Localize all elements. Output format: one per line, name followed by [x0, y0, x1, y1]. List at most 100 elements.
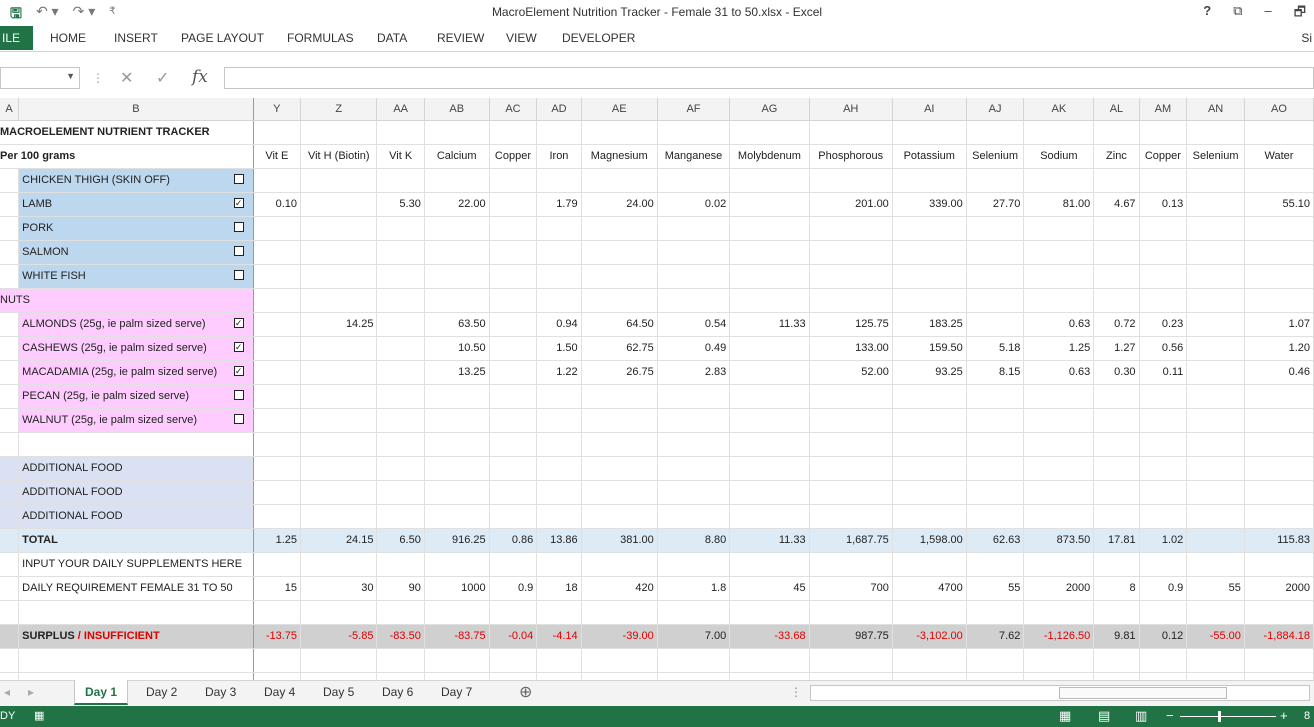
- nutrient-header[interactable]: Potassium: [892, 144, 967, 169]
- column-header-aj[interactable]: AJ: [966, 98, 1025, 121]
- value-cell[interactable]: 11.33: [729, 312, 810, 337]
- value-cell[interactable]: [489, 336, 538, 361]
- column-header-ad[interactable]: AD: [536, 98, 582, 121]
- value-cell[interactable]: [581, 264, 658, 289]
- empty-cell[interactable]: [18, 432, 254, 457]
- empty-cell[interactable]: [18, 672, 254, 680]
- empty-cell[interactable]: [1186, 288, 1245, 313]
- value-cell[interactable]: [581, 384, 658, 409]
- food-name-cell[interactable]: PECAN (25g, ie palm sized serve): [18, 384, 254, 409]
- normal-view-icon[interactable]: ▦: [1059, 708, 1071, 724]
- row-gap-cell[interactable]: [0, 456, 20, 481]
- value-cell[interactable]: 0.72: [1093, 312, 1140, 337]
- value-cell[interactable]: [1186, 192, 1245, 217]
- empty-cell[interactable]: [1139, 456, 1188, 481]
- food-name-cell[interactable]: LAMB ✓: [18, 192, 254, 217]
- value-cell[interactable]: [1093, 168, 1140, 193]
- empty-cell[interactable]: [1023, 120, 1095, 145]
- empty-cell[interactable]: [892, 480, 967, 505]
- zoom-out-icon[interactable]: −: [1166, 708, 1174, 723]
- nutrient-header[interactable]: Vit H (Biotin): [300, 144, 378, 169]
- empty-cell[interactable]: [1139, 432, 1188, 457]
- empty-cell[interactable]: [729, 600, 810, 625]
- value-cell[interactable]: [300, 240, 378, 265]
- column-header-a[interactable]: A: [0, 98, 20, 121]
- value-cell[interactable]: [729, 216, 810, 241]
- nutrient-header[interactable]: Selenium: [1186, 144, 1245, 169]
- empty-cell[interactable]: [536, 672, 582, 680]
- empty-cell[interactable]: [809, 456, 893, 481]
- empty-cell[interactable]: [1093, 672, 1140, 680]
- column-header-am[interactable]: AM: [1139, 98, 1188, 121]
- value-cell[interactable]: 8.15: [966, 360, 1025, 385]
- value-cell[interactable]: 0.54: [657, 312, 731, 337]
- value-cell[interactable]: [809, 168, 893, 193]
- row-gap-cell[interactable]: [0, 168, 20, 193]
- value-cell[interactable]: 0.11: [1139, 360, 1188, 385]
- surplus-value-cell[interactable]: -13.75: [253, 624, 302, 649]
- value-cell[interactable]: 2000: [1244, 576, 1314, 601]
- column-header-ac[interactable]: AC: [489, 98, 538, 121]
- tab-review[interactable]: REVIEW: [437, 31, 484, 45]
- empty-cell[interactable]: [1244, 600, 1314, 625]
- splitter-icon[interactable]: ⋮: [790, 685, 802, 699]
- nutrient-header[interactable]: Copper: [1139, 144, 1188, 169]
- empty-cell[interactable]: [1186, 600, 1245, 625]
- value-cell[interactable]: [1023, 264, 1095, 289]
- value-cell[interactable]: [300, 168, 378, 193]
- empty-cell[interactable]: [1186, 480, 1245, 505]
- value-cell[interactable]: [1244, 240, 1314, 265]
- empty-cell[interactable]: [1139, 552, 1188, 577]
- column-header-ae[interactable]: AE: [581, 98, 658, 121]
- value-cell[interactable]: 8.80: [657, 528, 731, 553]
- value-cell[interactable]: 24.15: [300, 528, 378, 553]
- empty-cell[interactable]: [376, 672, 425, 680]
- value-cell[interactable]: [300, 216, 378, 241]
- value-cell[interactable]: 115.83: [1244, 528, 1314, 553]
- column-header-ak[interactable]: AK: [1023, 98, 1095, 121]
- value-cell[interactable]: [892, 216, 967, 241]
- insert-function-icon[interactable]: fx: [192, 67, 208, 87]
- empty-cell[interactable]: [1023, 456, 1095, 481]
- value-cell[interactable]: [581, 408, 658, 433]
- empty-cell[interactable]: [657, 552, 731, 577]
- empty-cell[interactable]: [1244, 648, 1314, 673]
- additional-food-cell[interactable]: ADDITIONAL FOOD: [18, 480, 254, 505]
- sheet-tab-day-7[interactable]: Day 7: [441, 685, 472, 699]
- empty-cell[interactable]: [809, 672, 893, 680]
- add-sheet-icon[interactable]: ⊕: [519, 682, 532, 702]
- empty-cell[interactable]: [300, 288, 378, 313]
- value-cell[interactable]: 339.00: [892, 192, 967, 217]
- row-gap-cell[interactable]: [0, 240, 20, 265]
- value-cell[interactable]: [729, 336, 810, 361]
- value-cell[interactable]: [1023, 216, 1095, 241]
- value-cell[interactable]: 22.00: [424, 192, 490, 217]
- column-header-ag[interactable]: AG: [729, 98, 810, 121]
- value-cell[interactable]: 45: [729, 576, 810, 601]
- value-cell[interactable]: [300, 336, 378, 361]
- empty-cell[interactable]: [657, 504, 731, 529]
- nutrient-header[interactable]: Magnesium: [581, 144, 658, 169]
- empty-cell[interactable]: [253, 600, 302, 625]
- empty-cell[interactable]: [0, 672, 20, 680]
- empty-cell[interactable]: [581, 600, 658, 625]
- empty-cell[interactable]: [1023, 552, 1095, 577]
- value-cell[interactable]: 0.13: [1139, 192, 1188, 217]
- empty-cell[interactable]: [376, 120, 425, 145]
- value-cell[interactable]: 0.63: [1023, 360, 1095, 385]
- empty-cell[interactable]: [809, 600, 893, 625]
- empty-cell[interactable]: [536, 600, 582, 625]
- horizontal-scrollbar[interactable]: [810, 685, 1310, 701]
- empty-cell[interactable]: [581, 504, 658, 529]
- value-cell[interactable]: [253, 264, 302, 289]
- value-cell[interactable]: 0.30: [1093, 360, 1140, 385]
- empty-cell[interactable]: [581, 672, 658, 680]
- value-cell[interactable]: [966, 312, 1025, 337]
- empty-cell[interactable]: [1139, 480, 1188, 505]
- column-header-ah[interactable]: AH: [809, 98, 893, 121]
- sheet-title[interactable]: MACROELEMENT NUTRIENT TRACKER: [0, 120, 254, 145]
- value-cell[interactable]: [1023, 168, 1095, 193]
- food-checkbox[interactable]: [233, 173, 244, 184]
- additional-food-cell[interactable]: ADDITIONAL FOOD: [18, 504, 254, 529]
- empty-cell[interactable]: [581, 120, 658, 145]
